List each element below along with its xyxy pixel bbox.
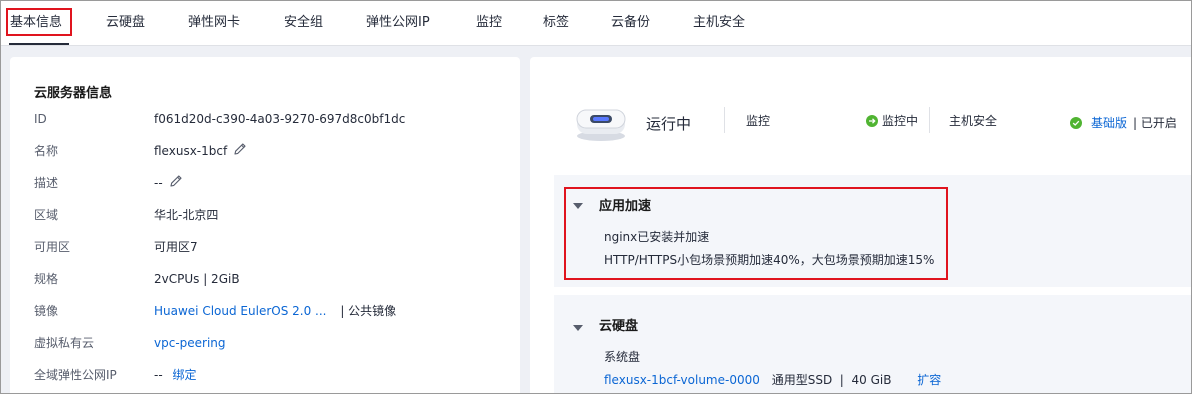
edit-name-icon[interactable] xyxy=(233,142,247,161)
description-text: -- xyxy=(154,176,163,190)
active-tab-underline xyxy=(9,43,69,45)
system-disk-label: 系统盘 xyxy=(604,350,641,364)
server-info-title: 云服务器信息 xyxy=(34,86,113,101)
info-label: 虚拟私有云 xyxy=(34,336,95,350)
host-security-status: 基础版 | 已开启 xyxy=(1070,114,1177,132)
image-type: | 公共镜像 xyxy=(340,304,397,318)
info-label: 描述 xyxy=(34,176,59,190)
system-disk-details: flexusx-1bcf-volume-0000 通用型SSD | 40 GiB… xyxy=(604,371,941,388)
server-name-text: flexusx-1bcf xyxy=(154,144,228,158)
server-name-value: flexusx-1bcf xyxy=(154,142,247,161)
tab-backup[interactable]: 云备份 xyxy=(611,14,650,32)
info-label: 镜像 xyxy=(34,304,59,318)
acceleration-line-1: nginx已安装并加速 xyxy=(604,230,710,244)
status-row: 运行中 监控 监控中 主机安全 基础版 | 已开启 xyxy=(530,57,1191,167)
volume-link[interactable]: flexusx-1bcf-volume-0000 xyxy=(604,373,760,387)
monitor-label: 监控 xyxy=(746,114,771,128)
caret-down-icon[interactable] xyxy=(573,321,583,335)
tab-eips[interactable]: 弹性公网IP xyxy=(366,14,430,32)
info-label: 全域弹性公网IP xyxy=(34,368,117,382)
tab-monitoring[interactable]: 监控 xyxy=(476,14,502,32)
tab-bar: 基本信息 云硬盘 弹性网卡 安全组 弹性公网IP 监控 标签 云备份 主机安全 xyxy=(1,1,1191,46)
disk-title: 云硬盘 xyxy=(599,319,639,334)
host-security-label: 主机安全 xyxy=(949,114,998,128)
flavor-value: 2vCPUs | 2GiB xyxy=(154,272,240,286)
info-label: ID xyxy=(34,112,47,126)
description-value: -- xyxy=(154,174,183,193)
tab-network-interfaces[interactable]: 弹性网卡 xyxy=(188,14,240,32)
volume-info: 通用型SSD | 40 GiB xyxy=(771,373,892,387)
disk-section: 云硬盘 系统盘 flexusx-1bcf-volume-0000 通用型SSD … xyxy=(554,295,1191,393)
az-value: 可用区7 xyxy=(154,240,198,254)
image-link[interactable]: Huawei Cloud EulerOS 2.0 ... xyxy=(154,304,326,318)
tab-disks[interactable]: 云硬盘 xyxy=(106,14,145,32)
monitor-status-text: 监控中 xyxy=(882,114,919,128)
server-id-value: f061d20d-c390-4a03-9270-697d8c0bf1dc xyxy=(154,112,406,126)
edition-status: | 已开启 xyxy=(1133,116,1177,130)
status-card: 运行中 监控 监控中 主机安全 基础版 | 已开启 应用加速 nginx已安装并加… xyxy=(530,57,1191,393)
page-frame: 基本信息 云硬盘 弹性网卡 安全组 弹性公网IP 监控 标签 云备份 主机安全 … xyxy=(0,0,1192,394)
server-icon xyxy=(574,104,628,147)
info-label: 名称 xyxy=(34,144,59,158)
arrow-circle-icon xyxy=(866,115,878,130)
server-info-card: 云服务器信息 ID f061d20d-c390-4a03-9270-697d8c… xyxy=(10,57,520,393)
info-label: 规格 xyxy=(34,272,59,286)
edition-link[interactable]: 基础版 xyxy=(1091,116,1127,130)
info-label: 可用区 xyxy=(34,240,71,254)
global-eip-text: -- xyxy=(154,368,163,382)
acceleration-line-2: HTTP/HTTPS小包场景预期加速40%，大包场景预期加速15% xyxy=(604,253,935,267)
active-tab-highlight-box xyxy=(6,8,72,36)
expand-link[interactable]: 扩容 xyxy=(917,373,941,387)
tab-security-groups[interactable]: 安全组 xyxy=(284,14,323,32)
running-status: 运行中 xyxy=(646,115,692,133)
caret-down-icon[interactable] xyxy=(573,199,583,213)
check-circle-icon xyxy=(1070,117,1082,132)
app-acceleration-section: 应用加速 nginx已安装并加速 HTTP/HTTPS小包场景预期加速40%，大… xyxy=(554,175,1191,287)
image-value: Huawei Cloud EulerOS 2.0 ... | 公共镜像 xyxy=(154,302,396,320)
vpc-value: vpc-peering xyxy=(154,334,226,352)
region-value: 华北-北京四 xyxy=(154,208,219,222)
divider xyxy=(724,107,725,133)
bind-eip-link[interactable]: 绑定 xyxy=(173,368,197,382)
divider xyxy=(929,107,930,133)
tab-host-security[interactable]: 主机安全 xyxy=(693,14,745,32)
edit-description-icon[interactable] xyxy=(169,174,183,193)
vpc-link[interactable]: vpc-peering xyxy=(154,336,226,350)
info-label: 区域 xyxy=(34,208,59,222)
global-eip-value: -- 绑定 xyxy=(154,366,197,384)
monitor-status: 监控中 xyxy=(866,112,918,130)
tab-tags[interactable]: 标签 xyxy=(543,14,569,32)
app-acceleration-title: 应用加速 xyxy=(599,199,652,214)
